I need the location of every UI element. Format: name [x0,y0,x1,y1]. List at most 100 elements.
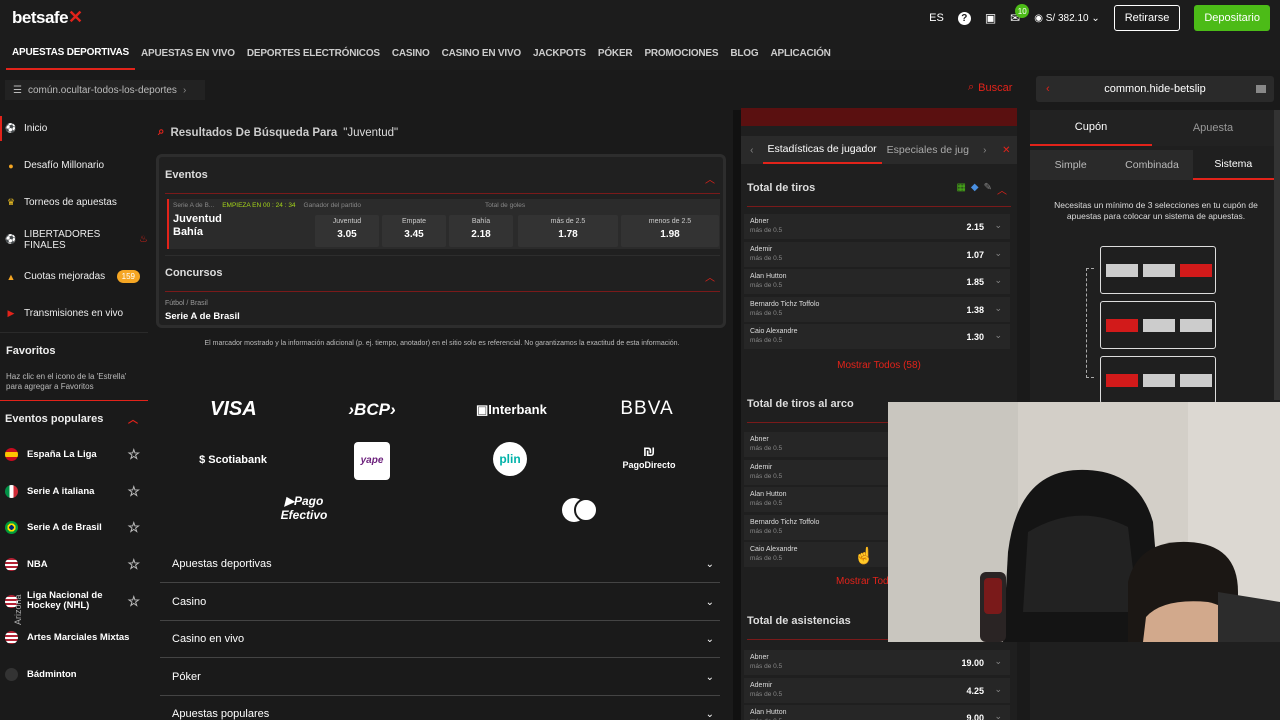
footer-accordion-popular[interactable]: Apuestas populares ⌄ [160,696,720,720]
player-odd[interactable]: 4.25 [966,686,984,696]
nav-sports[interactable]: APUESTAS DEPORTIVAS [6,36,135,70]
chevron-down-icon[interactable]: ⌄ [994,275,1002,286]
footer-accordion-sports[interactable]: Apuestas deportivas ⌄ [160,546,720,583]
chevron-down-icon[interactable]: ⌄ [994,330,1002,341]
chevron-down-icon[interactable]: ⌄ [994,711,1002,720]
popular-item-badminton[interactable]: Bádminton [0,656,148,693]
nav-casino[interactable]: CASINO [386,36,436,70]
popular-item-nba[interactable]: NBA ☆ [0,546,148,583]
player-row[interactable]: Abner más de 0.5 19.00 ⌄ [744,650,1010,676]
tab-coupon[interactable]: Cupón [1030,110,1152,146]
language-selector[interactable]: ES [929,12,944,24]
player-name: Bernardo Tichz Toffolo [750,518,820,526]
tab-player-specials[interactable]: Especiales de jug [882,136,974,164]
info-icon[interactable]: ◆ [971,182,979,197]
star-icon[interactable]: ☆ [127,556,140,573]
event-row[interactable]: Serie A de B... EMPIEZA EN 00 : 24 : 34 … [167,199,720,249]
sidebar-item-streams[interactable]: ▶ Transmisiones en vivo [0,295,148,332]
show-all-link[interactable]: Mostrar Todos (58) [741,360,1017,371]
player-row[interactable]: Abner más de 0.5 2.15 ⌄ [744,214,1010,240]
popular-item-serie-a[interactable]: Serie A italiana ☆ [0,473,148,510]
player-odd[interactable]: 1.07 [966,250,984,260]
star-icon[interactable]: ☆ [127,519,140,536]
balance-display[interactable]: ◉ S/ 382.10 ⌄ [1034,13,1100,24]
chevron-up-icon[interactable]: ︿ [705,269,715,284]
betslip-scrollbar[interactable] [1274,110,1280,400]
nav-esports[interactable]: DEPORTES ELECTRÓNICOS [241,36,386,70]
sidebar-item-boosted-odds[interactable]: ▲ Cuotas mejoradas 159 [0,258,148,295]
hide-betslip-bar[interactable]: ‹ common.hide-betslip [1036,76,1274,102]
tab-system[interactable]: Sistema [1192,150,1274,180]
chevron-left-icon[interactable]: ‹ [741,136,763,164]
chevron-down-icon[interactable]: ⌄ [994,684,1002,695]
footer-accordion-live-casino[interactable]: Casino en vivo ⌄ [160,621,720,658]
sidebar-item-tournaments[interactable]: ♛ Torneos de apuestas [0,184,148,221]
chevron-down-icon[interactable]: ⌄ [994,303,1002,314]
nav-poker[interactable]: PÓKER [592,36,639,70]
star-icon[interactable]: ☆ [127,593,140,610]
hide-sports-toggle[interactable]: ☰ común.ocultar-todos-los-deportes › [5,80,205,100]
odd-draw[interactable]: Empate 3.45 [382,215,446,247]
stats-icon[interactable]: ▦ [956,182,965,197]
close-icon[interactable]: ‹ [1046,83,1050,95]
mail-icon[interactable]: ✉ 10 [1010,4,1030,25]
close-icon[interactable]: ✕ [996,136,1018,164]
chevron-down-icon[interactable]: ⌄ [994,220,1002,231]
chevron-down-icon[interactable]: ⌄ [994,656,1002,667]
chevron-up-icon[interactable]: ︿ [705,171,715,186]
popular-events-header[interactable]: Eventos populares ︿ [0,400,148,436]
nav-live[interactable]: APUESTAS EN VIVO [135,36,241,70]
sidebar-item-libertadores[interactable]: ⚽ LIBERTADORES FINALES ♨ [0,221,148,258]
player-odd[interactable]: 2.15 [966,222,984,232]
player-odd[interactable]: 1.30 [966,332,984,342]
odd-under[interactable]: menos de 2.5 1.98 [621,215,719,247]
player-odd[interactable]: 9.00 [966,713,984,720]
withdraw-button[interactable]: Retirarse [1113,5,1181,31]
player-row[interactable]: Ademir más de 0.5 4.25 ⌄ [744,677,1010,704]
help-icon[interactable]: ? [957,11,971,25]
brand-logo[interactable]: betsafe✕ [12,7,83,28]
nav-jackpots[interactable]: JACKPOTS [527,36,592,70]
player-row[interactable]: Bernardo Tichz Toffolo más de 0.5 1.38 ⌄ [744,296,1010,323]
collapse-icon[interactable] [1256,85,1266,93]
app-root: betsafe✕ ES ? ▣ ✉ 10 ◉ S/ 382.10 ⌄ Retira… [0,0,1280,720]
player-row[interactable]: Caio Alexandre más de 0.5 1.30 ⌄ [744,324,1010,350]
chevron-right-icon[interactable]: › [974,136,996,164]
popular-item-brasileirao[interactable]: Serie A de Brasil ☆ [0,509,148,546]
player-odd[interactable]: 1.85 [966,277,984,287]
nav-app[interactable]: APLICACIÓN [764,36,836,70]
gift-icon[interactable]: ▣ [985,11,996,25]
chevron-down-icon[interactable]: ⌄ [994,248,1002,259]
deposit-button[interactable]: Depositario [1194,5,1270,31]
popular-item-laliga[interactable]: España La Liga ☆ [0,436,148,473]
player-row[interactable]: Alan Hutton más de 0.5 1.85 ⌄ [744,269,1010,295]
nav-blog[interactable]: BLOG [724,36,764,70]
footer-accordion-casino[interactable]: Casino ⌄ [160,584,720,621]
event-league: Serie A de B... [173,202,215,209]
player-row[interactable]: Ademir más de 0.5 1.07 ⌄ [744,241,1010,268]
contest-name[interactable]: Serie A de Brasil [165,311,240,322]
tab-combined[interactable]: Combinada [1111,150,1192,180]
sidebar-item-home[interactable]: ⚽ Inicio [0,110,148,147]
tab-player-stats[interactable]: Estadísticas de jugador [762,136,882,164]
player-odd[interactable]: 1.38 [966,305,984,315]
pin-icon[interactable]: ✎ [984,182,992,197]
star-icon[interactable]: ☆ [127,483,140,500]
search-button[interactable]: ⌕ Buscar [968,81,1012,94]
sidebar-item-challenge[interactable]: ● Desafío Millonario [0,147,148,184]
nav-promotions[interactable]: PROMOCIONES [638,36,724,70]
player-odd[interactable]: 19.00 [961,658,984,668]
tab-bets[interactable]: Apuesta [1152,110,1274,146]
footer-accordion-poker[interactable]: Póker ⌄ [160,659,720,696]
bbva-logo: BBVA [620,398,674,419]
odd-away[interactable]: Bahía 2.18 [449,215,513,247]
chevron-up-icon[interactable]: ︿ [997,182,1007,197]
star-icon[interactable]: ☆ [127,446,140,463]
odd-over[interactable]: más de 2.5 1.78 [518,215,618,247]
odd-label: Juventud [332,218,362,225]
main-scrollbar[interactable] [733,110,741,720]
tab-single[interactable]: Simple [1030,150,1111,180]
odd-home[interactable]: Juventud 3.05 [315,215,379,247]
player-row[interactable]: Alan Huttonmás de 0.59.00⌄ [744,705,1010,720]
nav-live-casino[interactable]: CASINO EN VIVO [436,36,527,70]
